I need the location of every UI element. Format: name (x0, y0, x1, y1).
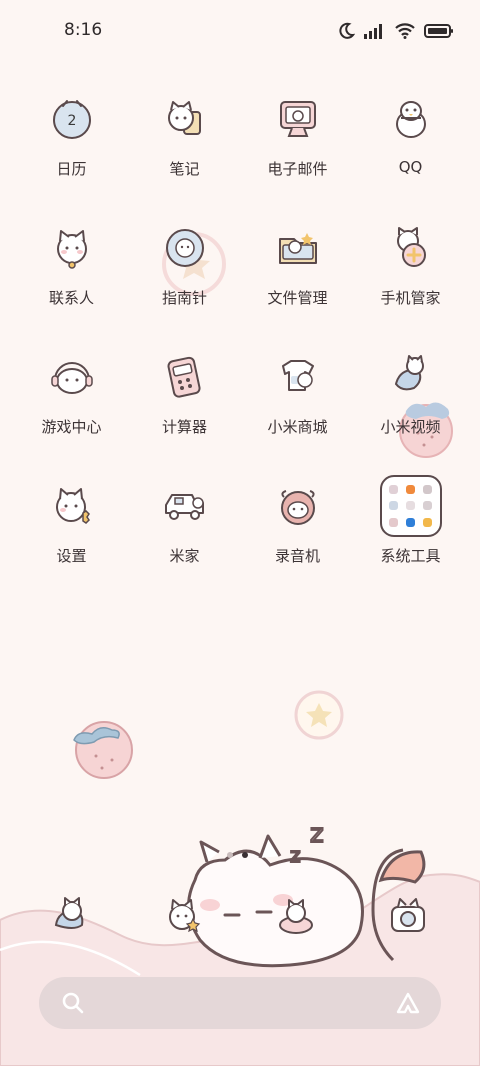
app-label: 电子邮件 (267, 160, 328, 178)
car-home-icon (164, 494, 204, 520)
system-tools-folder-icon (379, 475, 442, 537)
security-cat-icon (396, 227, 426, 267)
app-game-center[interactable]: 游戏中心 (15, 346, 128, 475)
recorder-sheep-icon (280, 490, 315, 525)
camera-cat-icon[interactable] (386, 893, 430, 937)
calendar-icon: 2 (52, 100, 91, 139)
app-contacts[interactable]: 联系人 (15, 217, 128, 346)
app-compass[interactable]: 指南针 (128, 217, 241, 346)
app-file-manager[interactable]: 文件管理 (241, 217, 354, 346)
status-bar: 8:16 (0, 0, 480, 62)
app-label: 文件管理 (267, 289, 328, 307)
calculator-icon (166, 356, 201, 398)
app-label: QQ (398, 158, 423, 176)
app-label: 日历 (56, 160, 87, 178)
app-label: 小米视频 (380, 418, 441, 436)
app-calculator[interactable]: 计算器 (128, 346, 241, 475)
star-bubble-decoration (294, 690, 344, 740)
app-mi-video[interactable]: 小米视频 (354, 346, 467, 475)
cat-plate-icon[interactable] (274, 895, 318, 939)
app-label: 米家 (169, 547, 200, 565)
app-recorder[interactable]: 录音机 (241, 475, 354, 604)
compass-icon (165, 229, 204, 267)
app-system-tools[interactable]: 系统工具 (354, 475, 467, 604)
email-monitor-icon (279, 101, 316, 137)
moon-icon (339, 22, 355, 39)
app-mi-store[interactable]: 小米商城 (241, 346, 354, 475)
cat-star-icon[interactable] (162, 895, 206, 939)
wifi-icon (395, 23, 415, 39)
penguin-icon (395, 101, 426, 138)
assistant-icon[interactable] (395, 991, 421, 1015)
page-indicator[interactable] (227, 852, 248, 858)
signal-icon (364, 24, 382, 39)
settings-cat-icon (55, 488, 90, 524)
contacts-cat-icon (56, 230, 87, 269)
app-label: 手机管家 (380, 289, 441, 307)
app-qq[interactable]: QQ (354, 88, 467, 217)
status-time: 8:16 (64, 20, 103, 40)
app-mi-home[interactable]: 米家 (128, 475, 241, 604)
app-label: 指南针 (161, 289, 207, 307)
app-calendar[interactable]: 2 日历 (15, 88, 128, 217)
svg-text:2: 2 (67, 113, 76, 129)
app-label: 计算器 (161, 418, 207, 436)
notes-cat-icon (167, 101, 201, 135)
svg-text:z: z (290, 843, 301, 867)
page-dot-active[interactable] (242, 852, 248, 858)
app-label: 游戏中心 (41, 418, 102, 436)
video-icon (394, 355, 424, 391)
app-label: 联系人 (48, 289, 94, 307)
search-icon[interactable] (61, 991, 85, 1015)
strawberry-decoration-left (73, 721, 133, 779)
shirt-store-icon (281, 360, 314, 391)
blue-cat-icon[interactable] (50, 893, 94, 937)
folder-cat-icon (278, 233, 317, 264)
status-icons (337, 20, 454, 42)
page-dot[interactable] (227, 852, 233, 858)
app-label: 设置 (56, 547, 87, 565)
app-email[interactable]: 电子邮件 (241, 88, 354, 217)
app-settings[interactable]: 设置 (15, 475, 128, 604)
app-label: 小米商城 (267, 418, 328, 436)
app-security[interactable]: 手机管家 (354, 217, 467, 346)
battery-icon (424, 24, 453, 38)
app-grid: 2 日历 笔记 电子邮件 QQ 联系人 指南针 文件管理 手机管家 游戏中心 计… (15, 88, 465, 604)
game-cat-headphones-icon (50, 362, 93, 394)
app-label: 笔记 (169, 160, 200, 178)
svg-text:z: z (310, 820, 324, 849)
search-bar[interactable] (39, 977, 441, 1029)
app-label: 系统工具 (380, 547, 441, 565)
app-label: 录音机 (274, 547, 320, 565)
app-notes[interactable]: 笔记 (128, 88, 241, 217)
